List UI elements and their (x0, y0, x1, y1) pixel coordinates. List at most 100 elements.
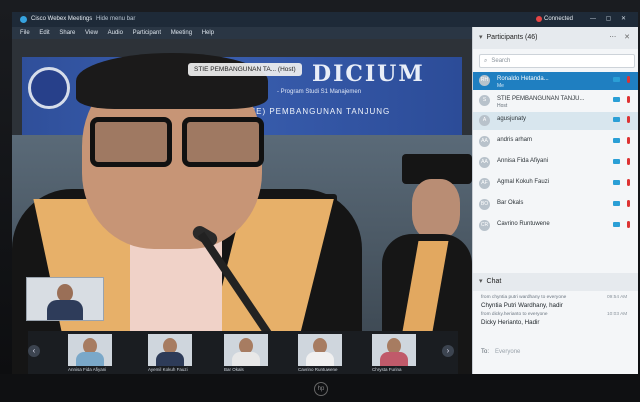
monitor-chin: hp (0, 374, 640, 402)
filmstrip-tile[interactable] (224, 334, 268, 366)
chat-message: Dicky Herianto, Hadir (481, 319, 540, 326)
campus-logo (28, 67, 70, 109)
filmstrip-tile[interactable] (298, 334, 342, 366)
camera-icon[interactable] (613, 138, 620, 143)
to-label: To: (481, 349, 490, 355)
hp-logo-icon: hp (314, 382, 328, 396)
avatar: AA (479, 157, 490, 168)
collapse-chevron-icon[interactable]: ▾ (479, 278, 483, 285)
participant-search-input[interactable]: ⌕ Search (479, 54, 635, 68)
chat-recipient-selector[interactable]: To: Everyone (481, 349, 520, 355)
participant-row[interactable]: RH Ronaldo Hetanda... Me (473, 72, 638, 90)
participant-row[interactable]: AF Agmal Kokuh Fauzi (473, 175, 638, 193)
chat-time: 09:54 AM (607, 295, 628, 300)
participant-name: andris arham (497, 137, 533, 143)
avatar: AA (479, 136, 490, 147)
menu-audio[interactable]: Audio (108, 30, 123, 36)
menu-edit[interactable]: Edit (39, 30, 49, 36)
video-stage[interactable]: DICIUM - Program Studi S1 Manajemen (STI… (12, 39, 472, 374)
filmstrip-prev-button[interactable]: ‹ (28, 345, 40, 357)
filmstrip-tile[interactable] (68, 334, 112, 366)
host-name-tag: STIE PEMBANGUNAN TA... (Host) (188, 63, 302, 76)
mic-muted-icon[interactable] (627, 221, 630, 228)
filmstrip-name: Bar Okals (224, 367, 244, 372)
webex-logo-icon (20, 16, 27, 23)
speaker-hair (76, 53, 268, 109)
menu-meeting[interactable]: Meeting (171, 30, 192, 36)
menu-help[interactable]: Help (202, 30, 214, 36)
avatar: S (479, 95, 490, 106)
connection-status: Connected (544, 16, 574, 22)
avatar: CR (479, 220, 490, 231)
participant-row[interactable]: A agusjunaty (473, 112, 638, 130)
participants-header[interactable]: ▾ Participants (46) ⋯ ✕ (473, 27, 638, 49)
filmstrip-tile[interactable] (148, 334, 192, 366)
filmstrip-name: Cavrino Runtuwene (298, 367, 338, 372)
participant-role: Host (497, 103, 508, 109)
participants-title: Participants (46) (486, 34, 538, 41)
menu-view[interactable]: View (85, 30, 98, 36)
filmstrip-name: Chrysta Furina (372, 367, 402, 372)
menu-file[interactable]: File (20, 30, 30, 36)
self-view-video[interactable] (26, 277, 104, 321)
participant-name: Cavrino Runtuwene (497, 221, 550, 227)
participant-filmstrip: ‹ Annisa Fida Afiyani Ayemil Kokuh Fauzi… (28, 331, 458, 374)
participant-name: Annisa Fida Afiyani (497, 158, 549, 164)
mic-muted-icon[interactable] (627, 200, 630, 207)
avatar: A (479, 115, 490, 126)
search-placeholder: Search (491, 58, 511, 64)
participant-row[interactable]: S STIE PEMBANGUNAN TANJU... Host (473, 92, 638, 110)
collapse-chevron-icon[interactable]: ▾ (479, 27, 483, 49)
mic-muted-icon[interactable] (627, 158, 630, 165)
menu-share[interactable]: Share (59, 30, 75, 36)
recipient-value: Everyone (495, 349, 521, 355)
camera-icon[interactable] (613, 117, 620, 122)
camera-icon[interactable] (613, 97, 620, 102)
search-icon: ⌕ (484, 58, 488, 64)
mic-muted-icon[interactable] (627, 137, 630, 144)
connection-status-icon (536, 16, 542, 22)
window-controls[interactable]: — ▢ ✕ (590, 12, 630, 27)
participant-role: Me (497, 83, 504, 89)
participant-row[interactable]: BO Bar Okals (473, 196, 638, 214)
filmstrip-next-button[interactable]: › (442, 345, 454, 357)
window-title: Cisco Webex Meetings (31, 16, 93, 22)
participants-panel: ▾ Participants (46) ⋯ ✕ ⌕ Search RH Ronald… (472, 27, 638, 374)
participant-name: Bar Okals (497, 200, 524, 206)
chat-header[interactable]: ▾ Chat (473, 273, 638, 291)
title-bar: Cisco Webex Meetings Hide menu bar Conne… (12, 12, 638, 27)
participant-name: agusjunaty (497, 116, 527, 122)
participant-row[interactable]: AA Annisa Fida Afiyani (473, 154, 638, 172)
participant-name: Agmal Kokuh Fauzi (497, 179, 550, 185)
panel-controls[interactable]: ⋯ ✕ (609, 27, 633, 49)
camera-icon[interactable] (613, 201, 620, 206)
speaker-glasses (90, 117, 264, 167)
participant-name: Ronaldo Hetanda... (497, 76, 549, 82)
camera-icon[interactable] (613, 180, 620, 185)
mic-muted-icon[interactable] (627, 96, 630, 103)
avatar: AF (479, 178, 490, 189)
participant-name: STIE PEMBANGUNAN TANJU... (497, 96, 585, 102)
avatar: RH (479, 75, 490, 86)
participant-row[interactable]: AA andris arham (473, 133, 638, 151)
banner-title: DICIUM (312, 61, 425, 87)
menu-bar: File Edit Share View Audio Participant M… (12, 27, 472, 39)
mic-muted-icon[interactable] (627, 116, 630, 123)
chat-message: Chyntia Putri Wardhany, hadir (481, 302, 563, 309)
chat-meta: from dicky.herianto to everyone (481, 312, 548, 317)
mic-muted-icon[interactable] (627, 76, 630, 83)
chat-time: 10:03 AM (607, 312, 628, 317)
menu-participant[interactable]: Participant (133, 30, 161, 36)
mic-muted-icon[interactable] (627, 179, 630, 186)
participant-row[interactable]: CR Cavrino Runtuwene (473, 217, 638, 235)
avatar: BO (479, 199, 490, 210)
filmstrip-name: Annisa Fida Afiyani (68, 367, 107, 372)
filmstrip-tile[interactable] (372, 334, 416, 366)
camera-icon[interactable] (613, 222, 620, 227)
camera-icon[interactable] (613, 159, 620, 164)
chat-meta: from chyntia putri wardhany to everyone (481, 295, 567, 300)
webex-window: Cisco Webex Meetings Hide menu bar Conne… (12, 12, 638, 374)
hide-menu-bar-toggle[interactable]: Hide menu bar (96, 12, 135, 27)
camera-icon[interactable] (613, 77, 620, 82)
banner-subtitle: - Program Studi S1 Manajemen (277, 89, 362, 95)
